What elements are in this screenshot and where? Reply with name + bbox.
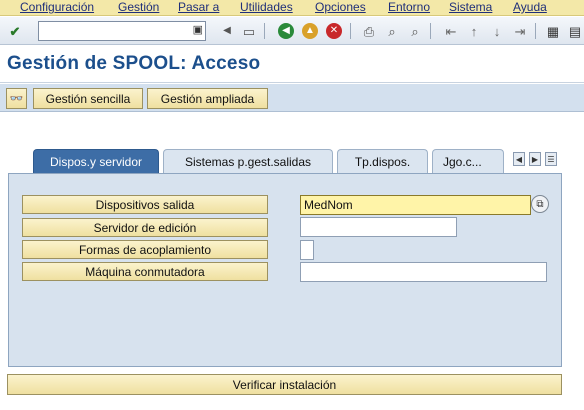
first-page-icon[interactable]: ⇤ bbox=[442, 22, 460, 40]
enter-icon[interactable]: ✔ bbox=[6, 22, 24, 40]
label-dispositivos-salida[interactable]: Dispositivos salida bbox=[22, 195, 268, 214]
toolbar-separator bbox=[430, 23, 431, 39]
menu-pasar-a[interactable]: Pasar a bbox=[178, 0, 219, 14]
collapse-icon[interactable]: ◀ bbox=[218, 22, 236, 40]
tab-scroll-right-icon[interactable]: ▶ bbox=[529, 152, 541, 166]
next-page-icon[interactable]: ↓ bbox=[488, 22, 506, 40]
label-servidor-edicion[interactable]: Servidor de edición bbox=[22, 218, 268, 237]
find-icon[interactable]: ⌕ bbox=[383, 22, 401, 40]
value-help-icon[interactable]: ⧉ bbox=[531, 195, 549, 213]
maquina-conmutadora-input[interactable] bbox=[300, 262, 547, 282]
menu-gestion[interactable]: Gestión bbox=[118, 0, 159, 14]
tab-sistemas-gest-salidas[interactable]: Sistemas p.gest.salidas bbox=[163, 149, 333, 173]
toolbar-separator bbox=[535, 23, 536, 39]
menu-opciones[interactable]: Opciones bbox=[315, 0, 366, 14]
application-toolbar: 👓 Gestión sencilla Gestión ampliada bbox=[0, 84, 584, 112]
label-maquina-conmutadora[interactable]: Máquina conmutadora bbox=[22, 262, 268, 281]
tab-list-icon[interactable]: ☰ bbox=[545, 152, 557, 166]
extended-management-button[interactable]: Gestión ampliada bbox=[147, 88, 268, 109]
simple-management-button[interactable]: Gestión sencilla bbox=[33, 88, 143, 109]
prev-page-icon[interactable]: ↑ bbox=[465, 22, 483, 40]
toolbar-separator bbox=[264, 23, 265, 39]
shortcut-icon[interactable]: ▤ bbox=[566, 22, 584, 40]
system-toolbar: ✔ ▣ ◀ ▭ ◀ ▲ ✕ ⎙ ⌕ ⌕ ⇤ ↑ ↓ ⇥ ▦ ▤ bbox=[0, 17, 584, 45]
save-icon[interactable]: ▭ bbox=[240, 22, 258, 40]
menu-utilidades[interactable]: Utilidades bbox=[240, 0, 293, 14]
title-bar: Gestión de SPOOL: Acceso bbox=[0, 46, 584, 83]
menu-ayuda[interactable]: Ayuda bbox=[513, 0, 547, 14]
verify-installation-button[interactable]: Verificar instalación bbox=[7, 374, 562, 395]
menu-bar: Configuración Gestión Pasar a Utilidades… bbox=[0, 0, 584, 16]
menu-entorno[interactable]: Entorno bbox=[388, 0, 430, 14]
create-session-icon[interactable]: ▦ bbox=[544, 22, 562, 40]
menu-sistema[interactable]: Sistema bbox=[449, 0, 492, 14]
command-field[interactable]: ▣ bbox=[38, 21, 206, 41]
servidor-edicion-input[interactable] bbox=[300, 217, 457, 237]
tab-jgo-c[interactable]: Jgo.c... bbox=[432, 149, 504, 173]
dispositivos-salida-input[interactable]: MedNom bbox=[300, 195, 531, 215]
exit-icon[interactable]: ▲ bbox=[302, 23, 318, 39]
cancel-icon[interactable]: ✕ bbox=[326, 23, 342, 39]
page-title: Gestión de SPOOL: Acceso bbox=[7, 53, 261, 74]
command-history-icon[interactable]: ▣ bbox=[193, 23, 203, 36]
formas-acoplamiento-input[interactable] bbox=[300, 240, 314, 260]
glasses-icon[interactable]: 👓 bbox=[6, 88, 27, 109]
back-icon[interactable]: ◀ bbox=[278, 23, 294, 39]
tab-tp-dispos[interactable]: Tp.dispos. bbox=[337, 149, 428, 173]
tab-dispos-servidor[interactable]: Dispos.y servidor bbox=[33, 149, 159, 173]
menu-configuracion[interactable]: Configuración bbox=[20, 0, 94, 14]
tab-scroll-left-icon[interactable]: ◀ bbox=[513, 152, 525, 166]
find-next-icon[interactable]: ⌕ bbox=[406, 22, 424, 40]
label-formas-acoplamiento[interactable]: Formas de acoplamiento bbox=[22, 240, 268, 259]
print-icon[interactable]: ⎙ bbox=[360, 22, 378, 40]
last-page-icon[interactable]: ⇥ bbox=[511, 22, 529, 40]
toolbar-separator bbox=[350, 23, 351, 39]
